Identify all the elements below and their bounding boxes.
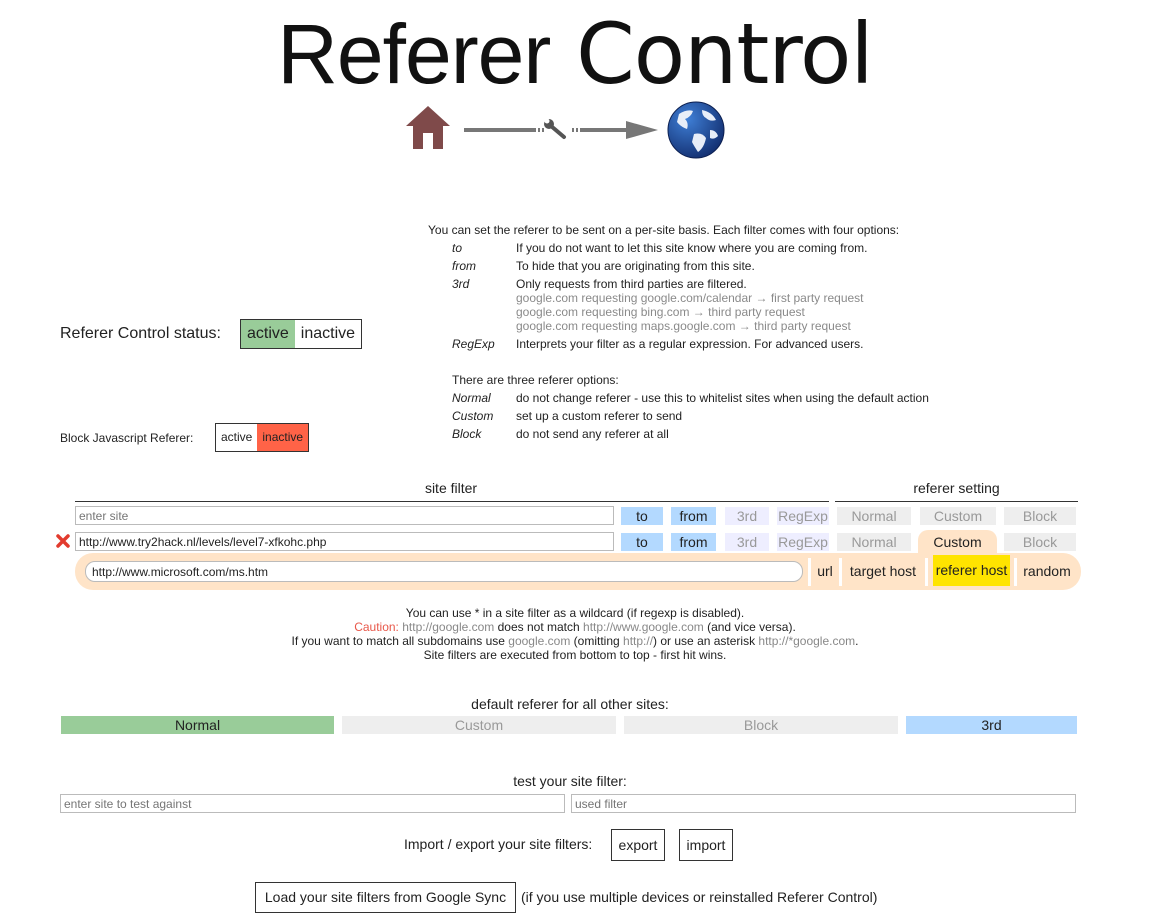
help-referer-block: Block do not send any referer at all xyxy=(452,427,669,441)
help-referer-intro: There are three referer options: xyxy=(452,373,619,387)
new-option-from[interactable]: from xyxy=(671,507,716,525)
new-site-input[interactable] xyxy=(75,506,614,525)
custom-option-separator xyxy=(839,558,842,586)
help-referer-normal: Normal do not change referer - use this … xyxy=(452,391,929,405)
new-option-3rd[interactable]: 3rd xyxy=(725,507,769,525)
referer-setting-header: referer setting xyxy=(913,480,1000,496)
status-label: Referer Control status: xyxy=(60,325,221,342)
default-referer-label: default referer for all other sites: xyxy=(471,696,669,712)
status-active-button[interactable]: active xyxy=(241,320,295,348)
logo xyxy=(404,100,734,162)
filter-site-input[interactable] xyxy=(75,532,614,551)
referer-setting-divider xyxy=(835,501,1078,502)
site-filter-header: site filter xyxy=(424,480,478,496)
filter-referer-custom[interactable]: Custom xyxy=(918,530,997,554)
custom-option-random[interactable]: random xyxy=(1019,553,1075,590)
block-js-active-button[interactable]: active xyxy=(216,424,257,451)
status-toggle[interactable]: active inactive xyxy=(240,319,363,349)
default-referer-custom[interactable]: Custom xyxy=(342,716,616,734)
custom-option-separator xyxy=(1014,558,1017,586)
default-referer-block[interactable]: Block xyxy=(624,716,898,734)
block-js-toggle[interactable]: active inactive xyxy=(215,423,310,452)
custom-option-separator xyxy=(925,558,928,586)
wildcard-notes: You can use * in a site filter as a wild… xyxy=(291,606,859,662)
filter-option-3rd[interactable]: 3rd xyxy=(725,533,769,551)
google-sync-button[interactable]: Load your site filters from Google Sync xyxy=(255,882,516,913)
new-referer-block[interactable]: Block xyxy=(1004,507,1076,525)
help-option-3rd: 3rd Only requests from third parties are… xyxy=(452,277,864,333)
help-example: google.com requesting bing.com → third p… xyxy=(516,305,805,319)
status-inactive-button[interactable]: inactive xyxy=(295,320,361,348)
help-referer-custom: Custom set up a custom referer to send xyxy=(452,409,683,423)
help-option-from: from To hide that you are originating fr… xyxy=(452,259,755,273)
site-filter-divider xyxy=(75,501,829,502)
filter-option-regexp[interactable]: RegExp xyxy=(777,533,829,551)
test-filter-label: test your site filter: xyxy=(513,773,627,789)
sync-note: (if you use multiple devices or reinstal… xyxy=(521,889,878,905)
new-option-to[interactable]: to xyxy=(621,507,663,525)
custom-option-url[interactable]: url xyxy=(813,553,837,590)
new-referer-normal[interactable]: Normal xyxy=(837,507,911,525)
custom-option-referer-host[interactable]: referer host xyxy=(933,555,1010,586)
block-js-label: Block Javascript Referer: xyxy=(60,431,194,445)
custom-referer-input[interactable] xyxy=(85,561,803,582)
test-site-input[interactable] xyxy=(60,794,565,813)
home-icon xyxy=(406,106,450,149)
help-text: You can set the referer to be sent on a … xyxy=(428,223,929,441)
page-title: Referer Control xyxy=(277,5,873,103)
filter-option-from[interactable]: from xyxy=(671,533,716,551)
default-referer-3rd[interactable]: 3rd xyxy=(906,716,1077,734)
help-option-regexp: RegExp Interprets your filter as a regul… xyxy=(452,337,864,351)
filter-referer-normal[interactable]: Normal xyxy=(837,533,911,551)
new-option-regexp[interactable]: RegExp xyxy=(777,507,829,525)
block-js-inactive-button[interactable]: inactive xyxy=(257,424,309,451)
help-intro: You can set the referer to be sent on a … xyxy=(428,223,900,237)
globe-icon xyxy=(667,101,725,159)
help-example: google.com requesting maps.google.com → … xyxy=(516,319,851,333)
import-button[interactable]: import xyxy=(679,829,733,861)
custom-option-target-host[interactable]: target host xyxy=(844,553,922,590)
wrench-icon xyxy=(544,118,566,139)
help-option-to: to If you do not want to let this site k… xyxy=(452,241,868,255)
filter-option-to[interactable]: to xyxy=(621,533,663,551)
export-button[interactable]: export xyxy=(611,829,665,861)
used-filter-field[interactable] xyxy=(571,794,1076,813)
default-referer-normal[interactable]: Normal xyxy=(61,716,334,734)
import-export-label: Import / export your site filters: xyxy=(404,836,593,852)
filter-referer-block[interactable]: Block xyxy=(1004,533,1076,551)
new-referer-custom[interactable]: Custom xyxy=(920,507,996,525)
delete-filter-icon[interactable] xyxy=(56,534,70,548)
custom-option-separator xyxy=(808,558,811,586)
help-example: google.com requesting google.com/calenda… xyxy=(516,291,864,305)
